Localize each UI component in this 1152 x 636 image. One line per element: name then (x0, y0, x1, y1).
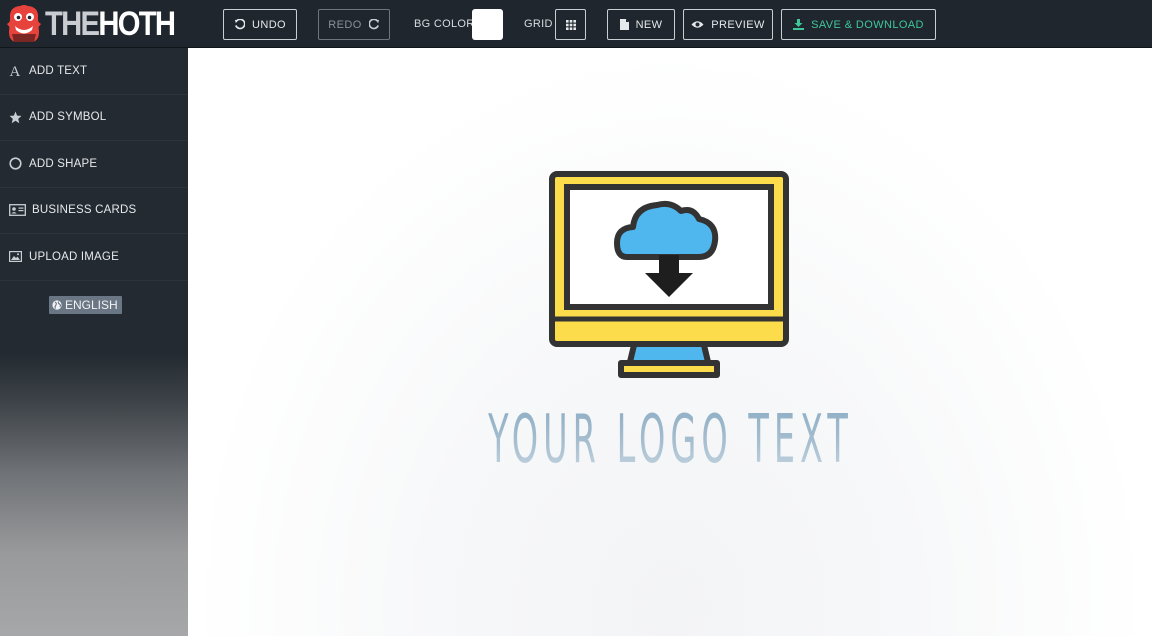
sidebar-item-upload-image[interactable]: UPLOAD IMAGE (0, 234, 188, 281)
text-icon: A (7, 63, 23, 79)
undo-icon (234, 19, 245, 30)
grid-icon (565, 19, 576, 30)
download-icon (793, 19, 805, 30)
sidebar-item-business-cards[interactable]: BUSINESS CARDS (0, 188, 188, 234)
redo-button[interactable]: REDO (318, 9, 390, 40)
sidebar-item-label: BUSINESS CARDS (32, 204, 137, 217)
undo-label: UNDO (252, 18, 286, 31)
svg-text:A: A (9, 64, 20, 77)
sidebar: A ADD TEXT ADD SYMBOL ADD SHAPE BUSINESS… (0, 48, 188, 636)
sidebar-item-label: ADD TEXT (29, 64, 88, 77)
brand-wordmark: THEHOTH (45, 4, 176, 44)
grid-label: GRID (524, 18, 553, 30)
circle-icon (7, 156, 23, 172)
new-label: NEW (635, 18, 663, 31)
preview-label: PREVIEW (711, 18, 765, 31)
brand-prefix: THE (45, 5, 100, 43)
image-icon (7, 249, 23, 265)
star-icon (7, 109, 23, 125)
brand-logo[interactable]: THEHOTH (6, 4, 195, 44)
sidebar-item-add-text[interactable]: A ADD TEXT (0, 48, 188, 95)
language-selector[interactable]: ENGLISH (49, 295, 122, 314)
bg-color-swatch[interactable] (472, 9, 503, 40)
save-download-label: SAVE & DOWNLOAD (811, 18, 924, 31)
redo-label: REDO (328, 18, 362, 31)
language-label: ENGLISH (65, 297, 118, 312)
bg-color-label: BG COLOR (414, 18, 475, 30)
sidebar-item-label: ADD SHAPE (29, 157, 98, 170)
sidebar-item-label: UPLOAD IMAGE (29, 250, 119, 263)
eye-icon (691, 21, 704, 28)
save-download-button[interactable]: SAVE & DOWNLOAD (781, 9, 936, 40)
monitor-cloud-download-icon[interactable] (549, 171, 789, 379)
hoth-mascot-icon (7, 5, 41, 42)
grid-toggle-button[interactable] (555, 9, 586, 40)
brand-suffix: HOTH (98, 5, 176, 43)
top-toolbar: THEHOTH UNDO REDO BG COLOR GRID NEW PREV… (0, 0, 1152, 48)
preview-button[interactable]: PREVIEW (683, 9, 773, 40)
globe-icon (52, 299, 62, 310)
undo-button[interactable]: UNDO (223, 9, 297, 40)
sidebar-item-add-symbol[interactable]: ADD SYMBOL (0, 95, 188, 141)
redo-icon (368, 19, 379, 30)
sidebar-item-add-shape[interactable]: ADD SHAPE (0, 141, 188, 188)
new-button[interactable]: NEW (607, 9, 675, 40)
sidebar-item-label: ADD SYMBOL (29, 111, 107, 124)
design-canvas[interactable]: YOUR LOGO TEXT (189, 48, 1152, 636)
file-icon (619, 19, 629, 30)
logo-text[interactable]: YOUR LOGO TEXT (430, 394, 912, 484)
id-card-icon (7, 202, 27, 218)
language-selector-wrap: ENGLISH (0, 281, 188, 315)
